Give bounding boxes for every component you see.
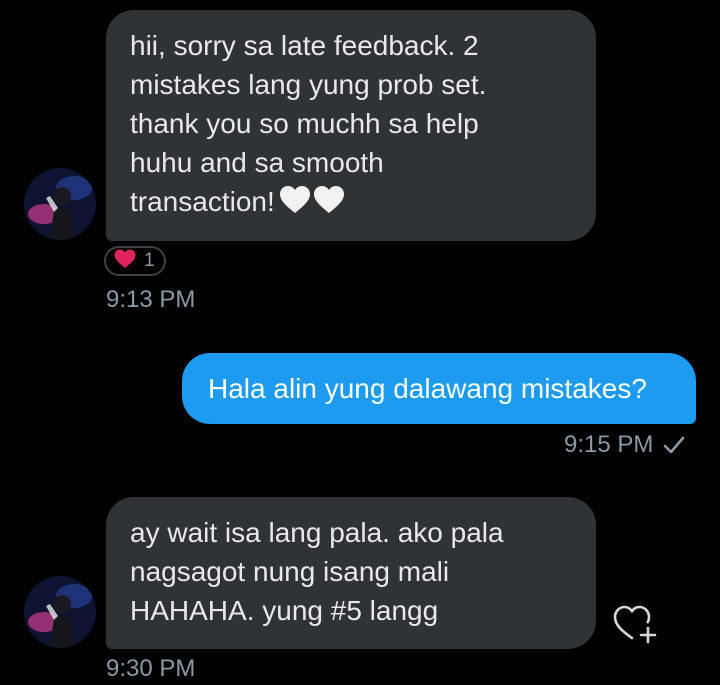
message-text-line: huhu and sa smooth	[130, 147, 384, 178]
message-bubble-incoming[interactable]: ay wait isa lang pala. ako pala nagsagot…	[106, 497, 596, 649]
message-bubble-outgoing[interactable]: Hala alin yung dalawang mistakes?	[182, 353, 696, 424]
white-heart-emoji-icon	[279, 185, 345, 225]
message-text-line: Hala alin yung dalawang mistakes?	[208, 373, 647, 404]
message-text-line: hii, sorry sa late feedback. 2	[130, 30, 479, 61]
message-timestamp: 9:30 PM	[106, 655, 196, 682]
message-timestamp: 9:15 PM	[564, 431, 654, 458]
message-text-line: ay wait isa lang pala. ako pala	[130, 517, 504, 548]
checkmark-icon	[663, 434, 685, 462]
message-bubble-incoming[interactable]: hii, sorry sa late feedback. 2 mistakes …	[106, 10, 596, 241]
add-reaction-icon	[612, 605, 660, 650]
message-text-line: thank you so muchh sa help	[130, 108, 479, 139]
message-text: transaction!	[130, 186, 275, 217]
reaction-badge[interactable]: 1	[104, 246, 166, 276]
heart-icon	[114, 249, 136, 274]
message-timestamp-row: 9:15 PM	[564, 431, 685, 462]
reaction-count: 1	[144, 250, 155, 271]
avatar[interactable]	[24, 168, 96, 240]
add-reaction-button[interactable]	[612, 602, 660, 646]
message-timestamp: 9:13 PM	[106, 286, 196, 313]
message-text-line: nagsagot nung isang mali	[130, 556, 450, 587]
avatar[interactable]	[24, 576, 96, 648]
message-text-line: HAHAHA. yung #5 langg	[130, 595, 439, 626]
message-text-line-last: transaction!	[130, 182, 574, 225]
message-text-line: mistakes lang yung prob set.	[130, 69, 487, 100]
